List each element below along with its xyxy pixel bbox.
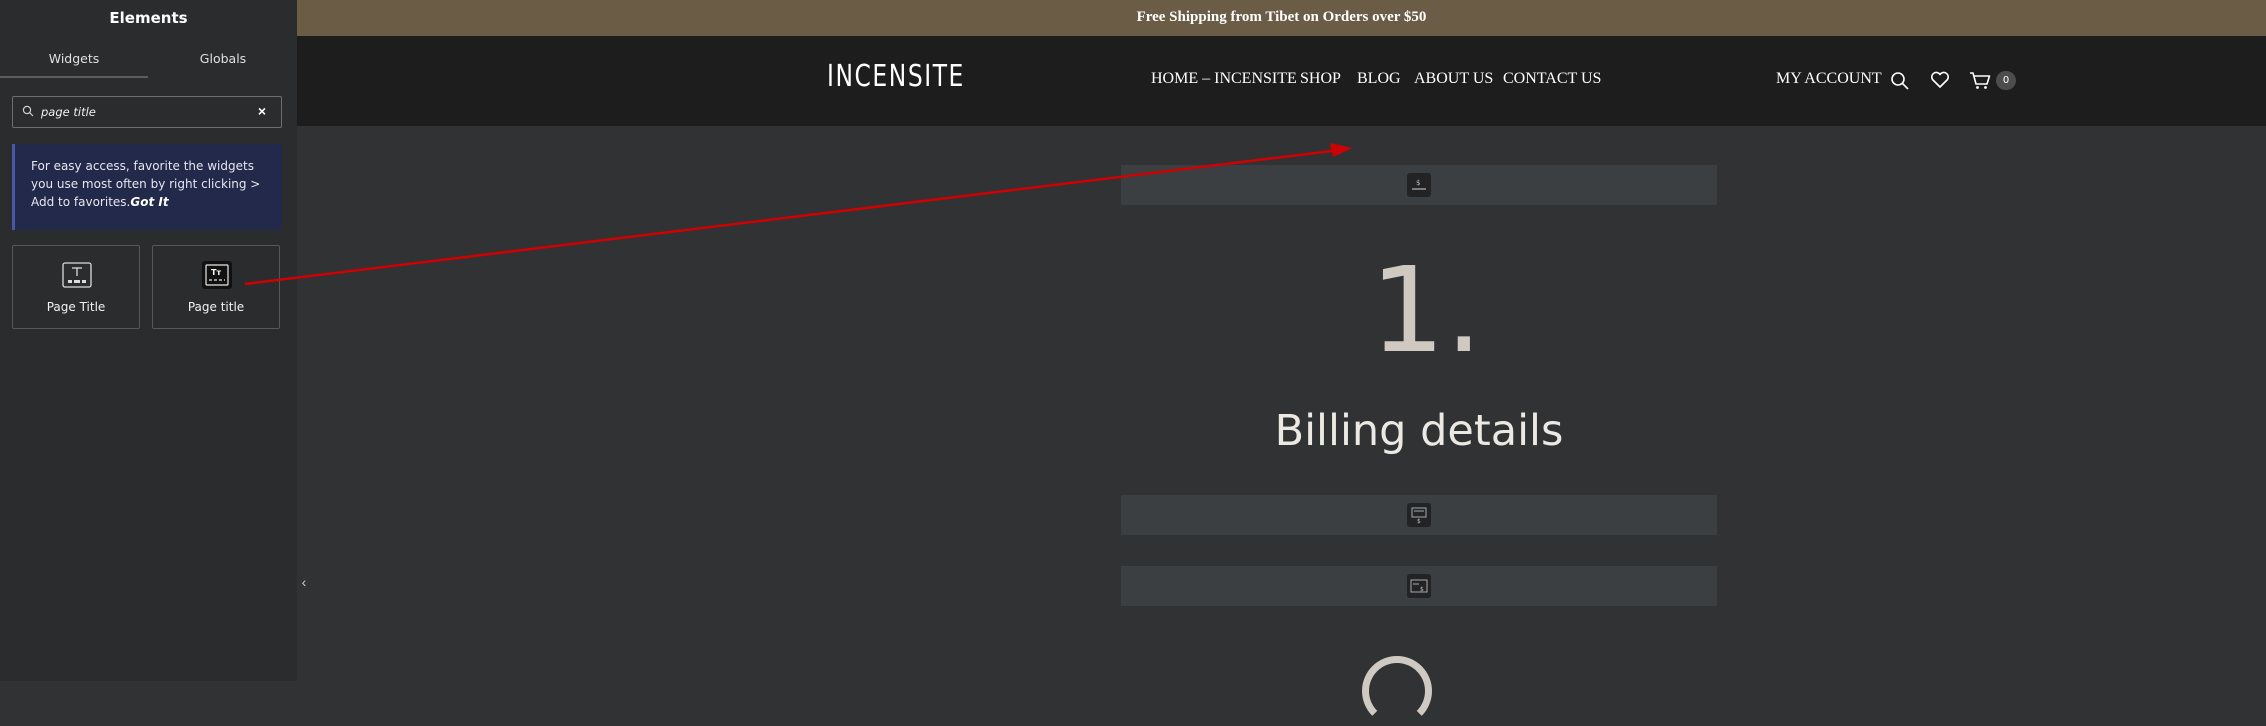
collapse-panel-button[interactable]: ‹ [297, 572, 311, 592]
favorites-notice: For easy access, favorite the widgets yo… [12, 144, 282, 230]
step-number: 1. [1370, 241, 1483, 379]
widget-label: Page Title [46, 300, 106, 314]
widget-search: × [12, 96, 282, 128]
panel-title: Elements [109, 9, 188, 27]
next-step-number [1362, 656, 1432, 726]
cart-icon[interactable] [1969, 71, 1991, 90]
cart-count-badge: 0 [1996, 71, 2016, 90]
svg-text:$: $ [1417, 518, 1421, 525]
heart-icon[interactable] [1930, 71, 1950, 89]
page-title-widget-icon: Tт [202, 261, 232, 289]
got-it-link[interactable]: Got It [130, 195, 168, 209]
placeholder-widget-icon: $ [1407, 574, 1431, 598]
billing-heading: Billing details [1274, 406, 1564, 456]
widget-label: Page title [187, 300, 245, 314]
my-account-link[interactable]: MY ACCOUNT [1776, 70, 1882, 90]
tab-globals[interactable]: Globals [149, 46, 297, 76]
elements-panel: Elements Widgets Globals × For easy acce… [0, 0, 297, 681]
search-input[interactable] [41, 102, 251, 122]
nav-blog[interactable]: BLOG [1357, 70, 1401, 90]
svg-text:$: $ [1420, 586, 1424, 593]
widget-page-title-1[interactable]: Page Title [12, 245, 140, 329]
widget-placeholder[interactable]: $ [1121, 495, 1717, 535]
nav-contact-us[interactable]: CONTACT US [1503, 70, 1601, 90]
widget-page-title-2[interactable]: Tт Page title [152, 245, 280, 329]
site-logo[interactable]: INCENSITE [827, 59, 965, 94]
widget-placeholder[interactable]: $ [1121, 566, 1717, 606]
tab-widgets[interactable]: Widgets [0, 46, 148, 78]
svg-text:$: $ [1416, 179, 1420, 187]
nav-shop[interactable]: SHOP [1300, 70, 1341, 90]
placeholder-widget-icon: $ [1407, 173, 1431, 197]
search-icon[interactable] [1890, 71, 1909, 90]
widget-placeholder[interactable]: $ [1121, 165, 1717, 205]
nav-about-us[interactable]: ABOUT US [1414, 70, 1493, 90]
placeholder-widget-icon: $ [1407, 503, 1431, 527]
svg-text:Tт: Tт [211, 268, 221, 277]
nav-home[interactable]: HOME – INCENSITE [1151, 70, 1297, 90]
search-icon [22, 105, 34, 117]
page-title-widget-icon [62, 262, 92, 288]
shipping-banner: Free Shipping from Tibet on Orders over … [297, 0, 2266, 36]
panel-tabs: Widgets Globals [0, 46, 297, 78]
clear-search-icon[interactable]: × [255, 104, 269, 118]
